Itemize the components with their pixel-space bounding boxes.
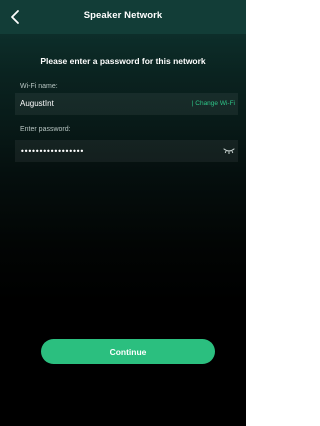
continue-button[interactable]: Continue [41, 339, 215, 364]
wifi-name-row: AugustInt | Change Wi-Fi [15, 93, 238, 115]
password-label: Enter password: [20, 126, 71, 133]
screen: Speaker Network Please enter a password … [0, 0, 246, 426]
change-wifi-link[interactable]: | Change Wi-Fi [192, 100, 235, 107]
password-input[interactable] [20, 140, 215, 162]
password-row [15, 140, 238, 162]
header-bar: Speaker Network [0, 0, 246, 34]
main-content: Please enter a password for this network… [0, 34, 246, 426]
password-prompt: Please enter a password for this network [40, 56, 206, 66]
wifi-name-value: AugustInt [20, 99, 54, 108]
wifi-name-label: Wi-Fi name: [20, 83, 58, 90]
eye-closed-icon[interactable] [223, 146, 235, 156]
page-title: Speaker Network [83, 10, 163, 21]
